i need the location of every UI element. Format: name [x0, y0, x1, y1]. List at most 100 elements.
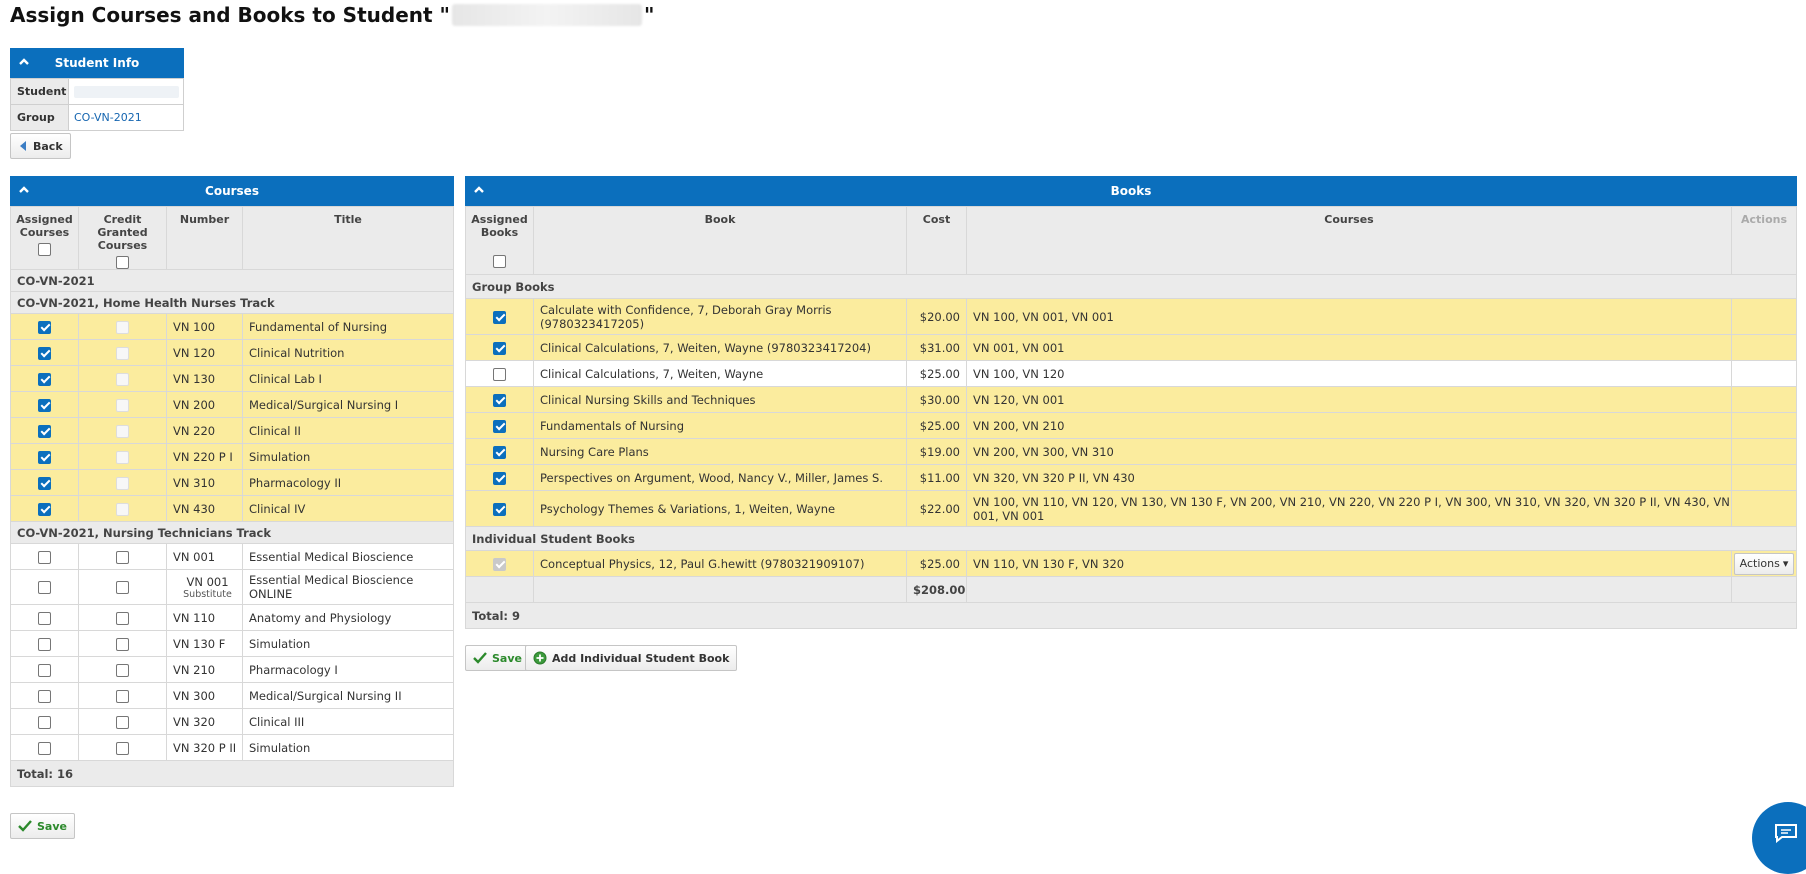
- course-number: VN 220 P I: [166, 443, 243, 470]
- course-row: VN 200 Medical/Surgical Nursing I: [10, 391, 454, 418]
- assigned-course-checkbox[interactable]: [38, 689, 51, 703]
- save-books-button[interactable]: Save: [465, 645, 530, 671]
- assigned-book-checkbox[interactable]: [493, 471, 506, 485]
- assigned-course-checkbox[interactable]: [38, 715, 51, 729]
- book-group-label: Group Books: [465, 274, 1797, 299]
- book-actions-cell: [1731, 438, 1797, 465]
- book-actions-cell: [1731, 490, 1797, 527]
- course-number-text: VN 120: [173, 345, 216, 360]
- credit-granted-checkbox: [116, 424, 129, 438]
- course-number-text: VN 210: [173, 662, 216, 677]
- course-number: VN 300: [166, 682, 243, 709]
- assigned-book-checkbox[interactable]: [493, 445, 506, 459]
- books-title: Books: [1110, 184, 1152, 198]
- caret-down-icon: ▾: [1782, 557, 1789, 570]
- save-courses-button[interactable]: Save: [10, 813, 75, 839]
- chevron-up-icon[interactable]: [473, 184, 485, 196]
- book-cost: $11.00: [906, 464, 967, 491]
- credit-granted-checkbox[interactable]: [116, 611, 129, 625]
- course-row: VN 320 P II Simulation: [10, 734, 454, 761]
- assigned-cell: [10, 708, 79, 735]
- credit-granted-checkbox: [116, 372, 129, 386]
- assigned-course-checkbox[interactable]: [38, 372, 51, 386]
- book-courses: VN 320, VN 320 P II, VN 430: [966, 464, 1732, 491]
- select-all-books-checkbox[interactable]: [493, 255, 506, 268]
- assigned-book-checkbox[interactable]: [493, 393, 506, 407]
- credit-granted-checkbox[interactable]: [116, 741, 129, 755]
- credit-granted-checkbox[interactable]: [116, 637, 129, 651]
- group-link[interactable]: CO-VN-2021: [74, 111, 142, 124]
- assigned-course-checkbox[interactable]: [38, 346, 51, 360]
- course-number-text: VN 130: [173, 371, 216, 386]
- assigned-course-checkbox[interactable]: [38, 581, 51, 594]
- courses-header[interactable]: Courses: [10, 176, 454, 206]
- add-individual-book-button[interactable]: Add Individual Student Book: [525, 645, 738, 671]
- book-row: Clinical Calculations, 7, Weiten, Wayne $…: [465, 360, 1797, 387]
- credit-cell: [78, 734, 167, 761]
- course-title: Medical/Surgical Nursing I: [242, 391, 454, 418]
- assigned-course-checkbox[interactable]: [38, 741, 51, 755]
- assigned-course-checkbox[interactable]: [38, 450, 51, 464]
- books-header[interactable]: Books: [465, 176, 1797, 206]
- book-group-row: Group Books: [465, 274, 1797, 299]
- select-all-assigned-checkbox[interactable]: [38, 243, 51, 256]
- assigned-book-checkbox[interactable]: [493, 310, 506, 324]
- course-group-row: CO-VN-2021, Home Health Nurses Track: [10, 291, 454, 314]
- course-number: VN 130: [166, 365, 243, 392]
- assigned-course-checkbox[interactable]: [38, 663, 51, 677]
- assigned-course-checkbox[interactable]: [38, 637, 51, 651]
- actions-dropdown-button[interactable]: Actions ▾: [1733, 552, 1795, 575]
- books-total: Total: 9: [465, 602, 1797, 629]
- assigned-cell: [10, 469, 79, 496]
- book-title: Calculate with Confidence, 7, Deborah Gr…: [533, 298, 907, 335]
- student-info-header[interactable]: Student Info: [10, 48, 184, 78]
- assigned-course-checkbox[interactable]: [38, 424, 51, 438]
- assigned-cell: [10, 543, 79, 570]
- col-assigned-courses: Assigned Courses: [10, 206, 79, 270]
- chevron-up-icon[interactable]: [18, 184, 30, 196]
- course-title: Essential Medical Bioscience: [242, 543, 454, 570]
- credit-granted-checkbox[interactable]: [116, 663, 129, 677]
- assigned-course-checkbox[interactable]: [38, 611, 51, 625]
- assigned-course-checkbox[interactable]: [38, 502, 51, 516]
- assigned-book-checkbox[interactable]: [493, 419, 506, 433]
- sum-empty: [966, 576, 1732, 603]
- credit-granted-checkbox[interactable]: [116, 550, 129, 564]
- credit-granted-checkbox[interactable]: [116, 689, 129, 703]
- assigned-book-checkbox[interactable]: [493, 367, 506, 381]
- assigned-book-cell: [465, 490, 534, 527]
- credit-cell: [78, 391, 167, 418]
- back-button[interactable]: Back: [10, 133, 71, 159]
- col-book: Book: [533, 206, 907, 275]
- course-number: VN 120: [166, 339, 243, 366]
- assigned-book-checkbox[interactable]: [493, 341, 506, 355]
- book-courses: VN 200, VN 300, VN 310: [966, 438, 1732, 465]
- assigned-course-checkbox[interactable]: [38, 398, 51, 412]
- courses-panel: Courses Assigned Courses Credit Granted …: [10, 176, 454, 787]
- course-row: VN 001 Essential Medical Bioscience: [10, 543, 454, 570]
- chevron-up-icon[interactable]: [18, 56, 30, 68]
- assigned-course-checkbox[interactable]: [38, 476, 51, 490]
- course-number: VN 210: [166, 656, 243, 683]
- book-title: Clinical Calculations, 7, Weiten, Wayne: [533, 360, 907, 387]
- col-actions: Actions: [1731, 206, 1797, 275]
- book-group-label: Individual Student Books: [465, 526, 1797, 551]
- assigned-book-checkbox[interactable]: [493, 502, 506, 516]
- save-books-label: Save: [492, 651, 522, 665]
- check-icon: [473, 652, 487, 664]
- select-all-credit-checkbox[interactable]: [116, 256, 129, 269]
- assigned-course-checkbox[interactable]: [38, 550, 51, 564]
- chat-widget-button[interactable]: [1752, 802, 1806, 874]
- course-number-text: VN 430: [173, 501, 216, 516]
- credit-granted-checkbox[interactable]: [116, 581, 129, 594]
- course-row: VN 430 Clinical IV: [10, 495, 454, 522]
- assigned-book-cell: [465, 360, 534, 387]
- book-group-row: Individual Student Books: [465, 526, 1797, 551]
- book-actions-cell: Actions ▾: [1731, 550, 1797, 577]
- course-number: VN 430: [166, 495, 243, 522]
- book-courses: VN 100, VN 001, VN 001: [966, 298, 1732, 335]
- assigned-course-checkbox[interactable]: [38, 320, 51, 334]
- course-number-text: VN 310: [173, 475, 216, 490]
- credit-granted-checkbox[interactable]: [116, 715, 129, 729]
- student-label: Student: [10, 78, 69, 105]
